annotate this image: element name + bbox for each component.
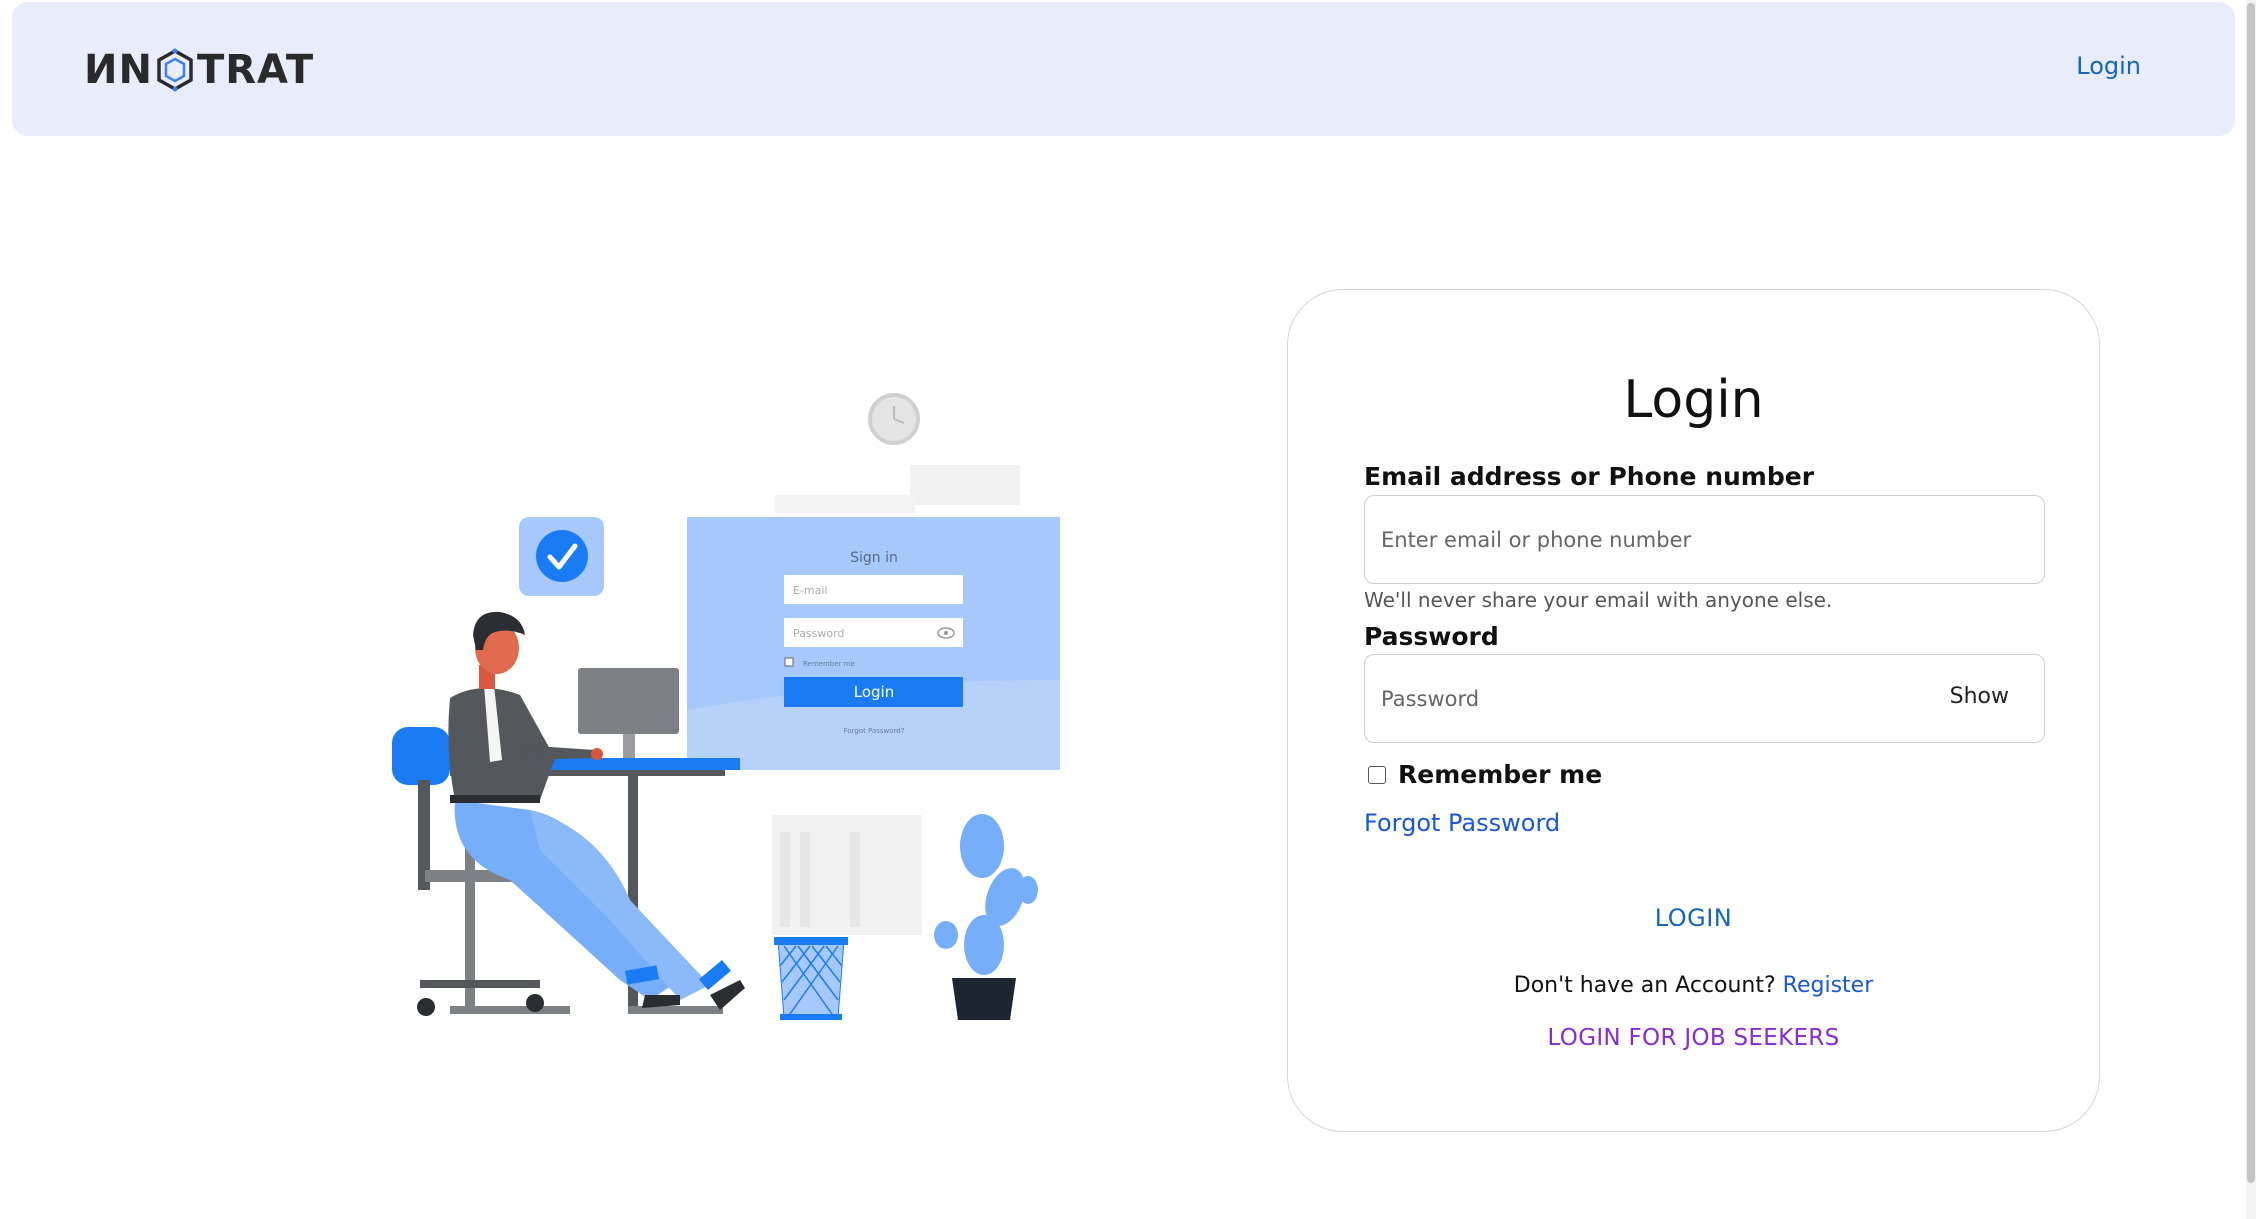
login-card: Login Email address or Phone number We'l…: [1287, 289, 2100, 1132]
login-button[interactable]: LOGIN: [1288, 904, 2099, 932]
panel-login-label: Login: [854, 683, 894, 701]
page-scrollbar[interactable]: [2246, 0, 2256, 1219]
email-input[interactable]: [1364, 495, 2045, 584]
login-title: Login: [1623, 370, 1764, 430]
cactus-plant-icon: [934, 814, 1038, 1020]
register-link[interactable]: Register: [1783, 973, 1874, 998]
password-input[interactable]: [1364, 654, 2045, 743]
trash-bin-icon: [774, 937, 848, 1020]
remember-me-label: Remember me: [1398, 760, 1603, 789]
checkmark-badge-icon: [519, 517, 604, 596]
panel-password-placeholder: Password: [793, 627, 844, 640]
login-illustration: Sign in E-mail Password Remember me Logi…: [392, 393, 1060, 1020]
panel-title: Sign in: [850, 550, 898, 566]
panel-email-placeholder: E-mail: [793, 584, 828, 597]
top-header: ИN TRAT Login: [12, 2, 2235, 136]
panel-forgot: Forgot Password?: [844, 727, 905, 735]
logo-text-left: ИN: [84, 47, 153, 93]
register-prompt: Don't have an Account? Register: [1288, 973, 2099, 998]
email-help-text: We'll never share your email with anyone…: [1364, 588, 1833, 612]
brand-logo[interactable]: ИN TRAT: [84, 46, 314, 94]
clock-icon: [868, 393, 920, 445]
show-password-button[interactable]: Show: [1950, 684, 2009, 709]
panel-remember: Remember me: [803, 660, 855, 668]
remember-me-checkbox[interactable]: [1368, 765, 1386, 784]
logo-text-right: TRAT: [196, 47, 315, 93]
remember-me-row[interactable]: Remember me: [1368, 760, 1602, 789]
email-label: Email address or Phone number: [1364, 462, 1815, 491]
header-login-link[interactable]: Login: [2076, 52, 2141, 80]
forgot-password-link[interactable]: Forgot Password: [1364, 809, 1560, 837]
no-account-text: Don't have an Account?: [1513, 973, 1776, 998]
password-label: Password: [1364, 622, 1499, 651]
login-page: ИN TRAT Login Sign in E-mail Password Re…: [0, 0, 2256, 1219]
job-seekers-login-link[interactable]: LOGIN FOR JOB SEEKERS: [1288, 1025, 2099, 1051]
scrollbar-thumb[interactable]: [2247, 3, 2255, 1183]
logo-hexagon-icon: [157, 48, 193, 92]
